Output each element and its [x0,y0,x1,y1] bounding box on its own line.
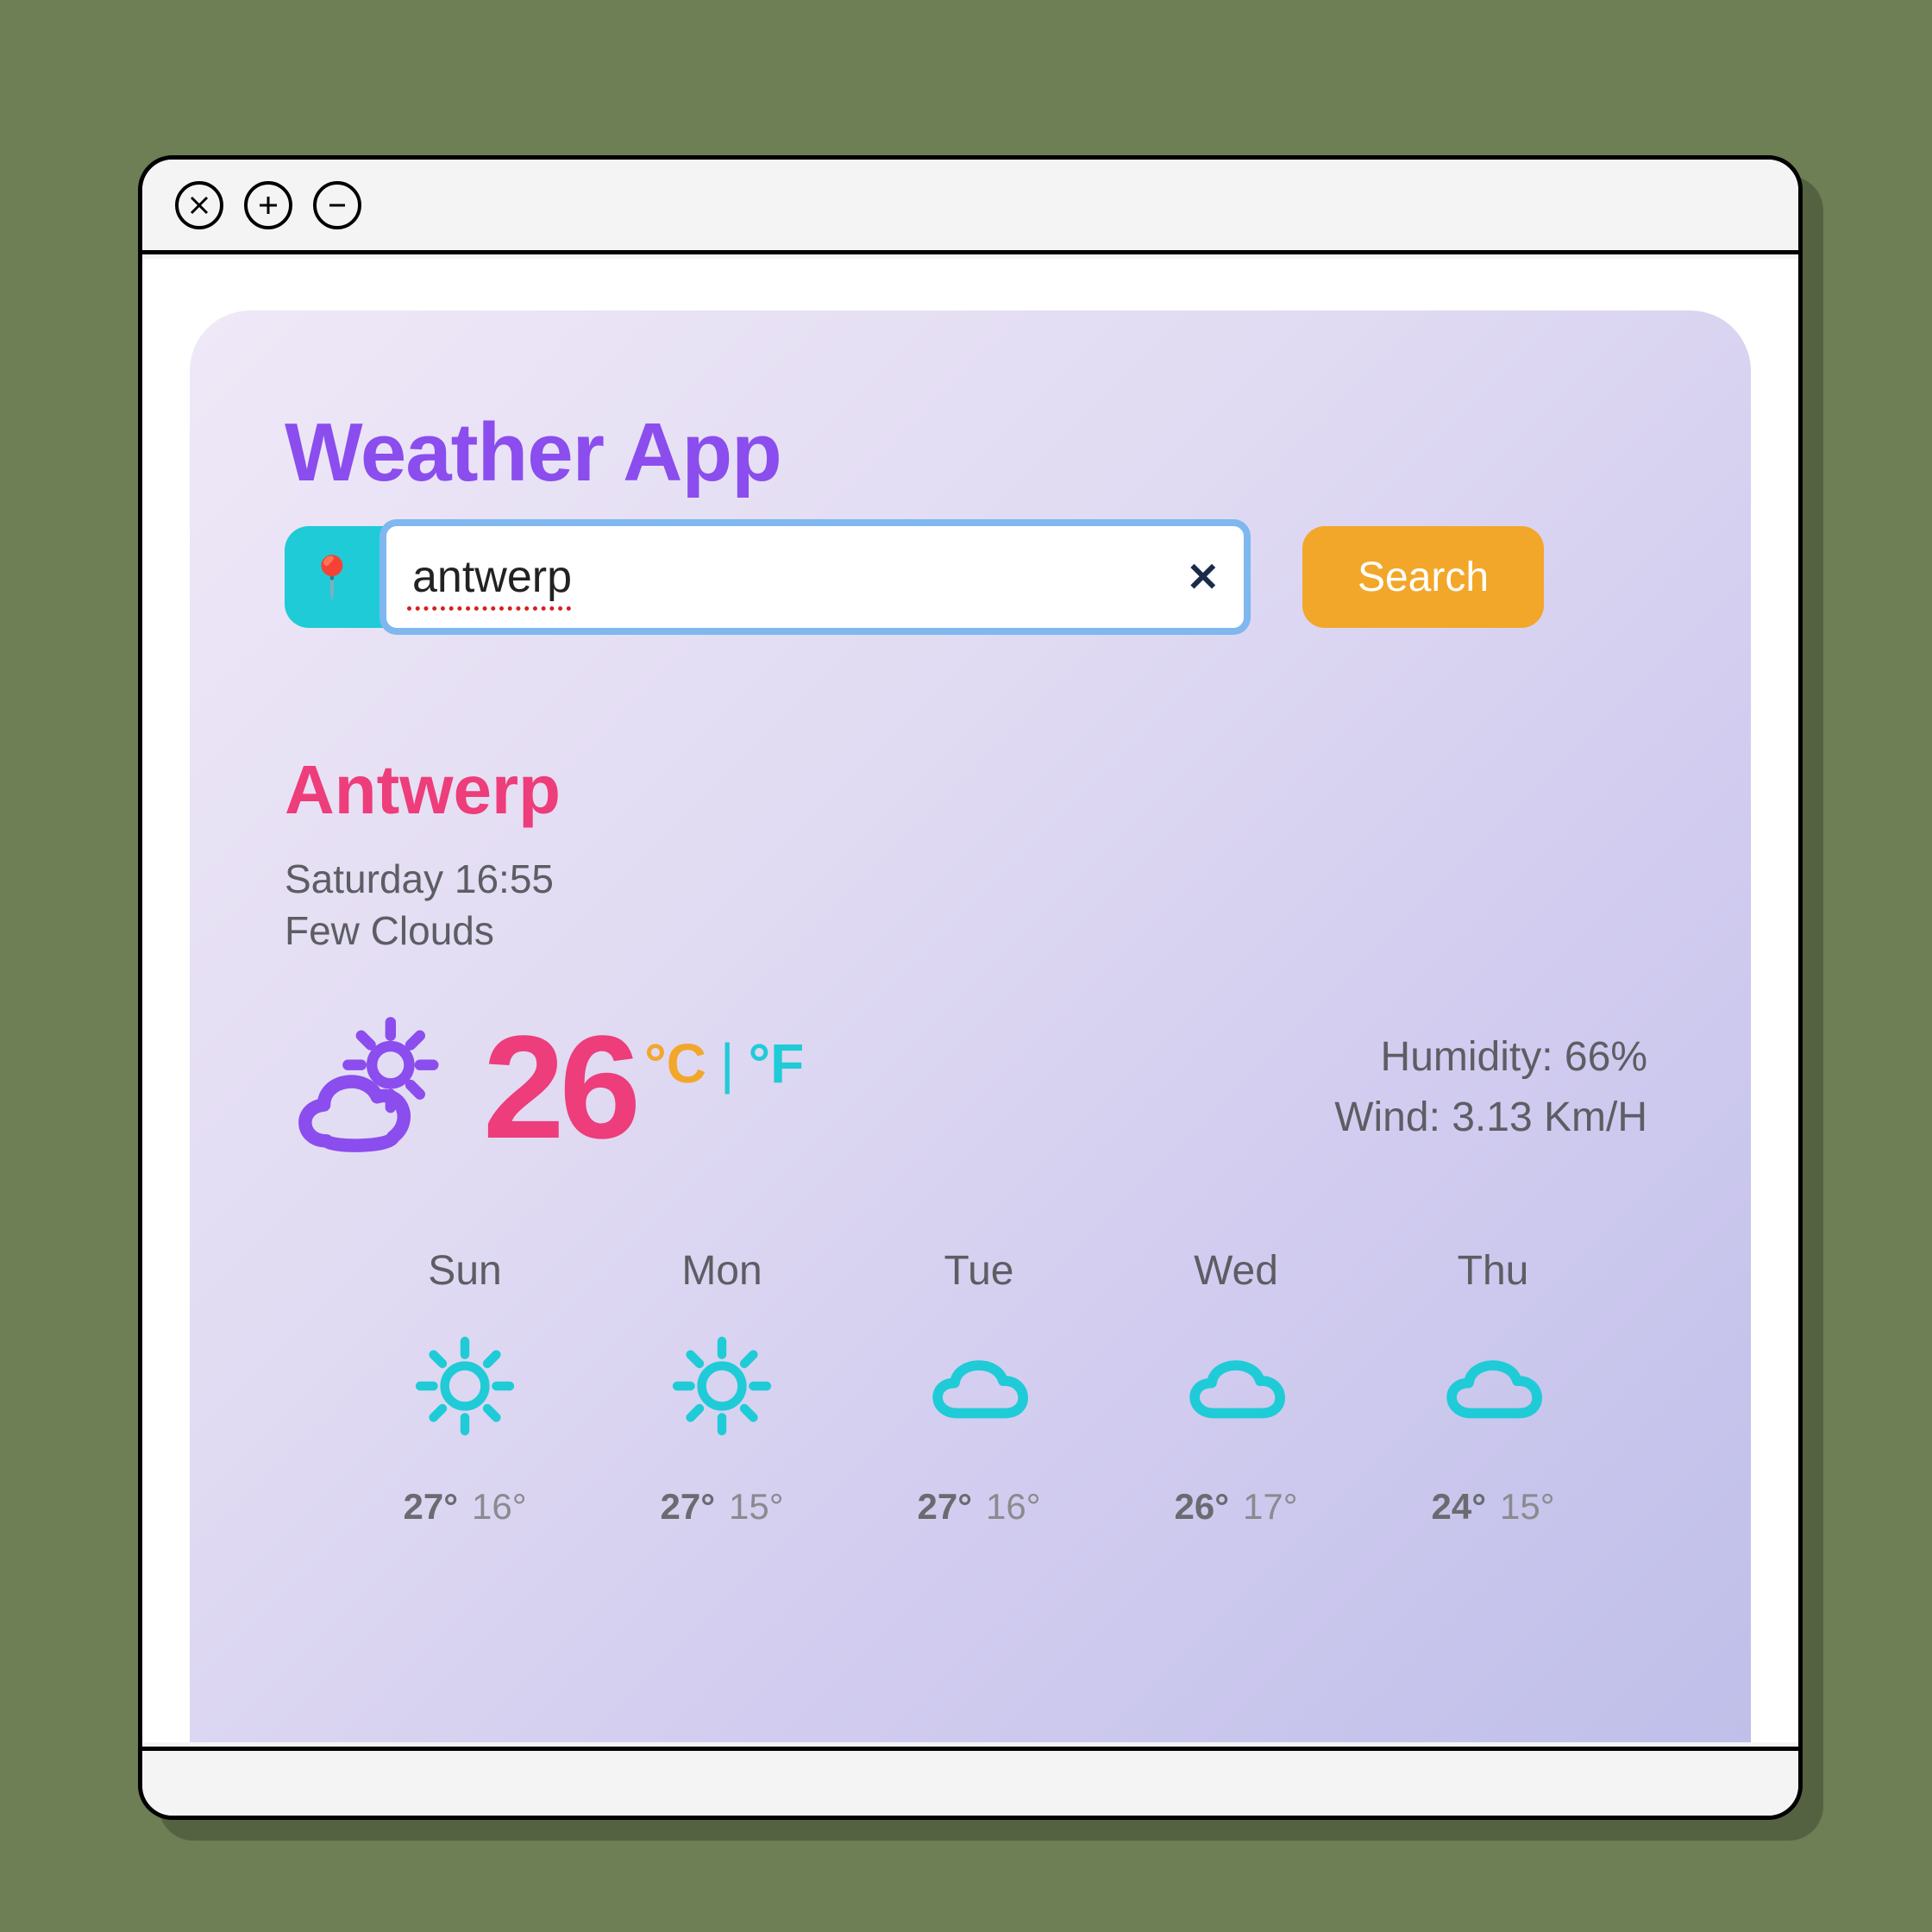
forecast-day: Tue 27°16° [850,1247,1107,1527]
forecast-day-label: Thu [1364,1247,1622,1295]
cloud-icon [850,1326,1107,1446]
window-close-button[interactable] [175,181,223,229]
cloud-icon [1107,1326,1364,1446]
forecast-day: Thu 24°15° [1364,1247,1622,1527]
city-search-input[interactable] [380,519,1251,635]
unit-celsius[interactable]: °C [644,1032,706,1095]
search-row: 📍 ✕ Search [285,526,1656,638]
clear-input-icon[interactable]: ✕ [1186,554,1220,600]
content-area: Weather App 📍 ✕ Search Antwerp Saturday … [142,259,1798,1742]
forecast-temps: 27°15° [593,1486,850,1527]
forecast-day-label: Tue [850,1247,1107,1295]
forecast-day: Mon [593,1247,850,1527]
forecast-day: Wed 26°17° [1107,1247,1364,1527]
window-titlebar [142,160,1798,254]
app-title: Weather App [285,405,1656,500]
forecast-day: Sun [336,1247,593,1527]
unit-toggle[interactable]: °C | °F [644,1032,804,1095]
cloud-icon [1364,1326,1622,1446]
unit-separator: | [720,1032,735,1095]
app-window: Weather App 📍 ✕ Search Antwerp Saturday … [138,155,1803,1820]
forecast-temps: 27°16° [850,1486,1107,1527]
window-minimize-button[interactable] [313,181,361,229]
search-button[interactable]: Search [1302,526,1544,628]
sun-icon [336,1326,593,1446]
environment-block: Humidity: 66% Wind: 3.13 Km/H [1334,1027,1656,1147]
forecast-row: Sun [285,1247,1656,1527]
humidity-value: Humidity: 66% [1334,1027,1647,1088]
wind-value: Wind: 3.13 Km/H [1334,1088,1647,1148]
forecast-day-label: Mon [593,1247,850,1295]
forecast-day-label: Sun [336,1247,593,1295]
forecast-temps: 27°16° [336,1486,593,1527]
window-new-button[interactable] [244,181,292,229]
forecast-day-label: Wed [1107,1247,1364,1295]
unit-fahrenheit[interactable]: °F [749,1032,805,1095]
partly-cloudy-icon [285,1014,448,1161]
current-weather-row: 26 °C | °F Humidity: 66% Wind: 3.13 Km/H [285,1014,1656,1161]
current-temperature: 26 [483,1014,636,1161]
search-pill: 📍 ✕ [285,526,1242,628]
current-datetime: Saturday 16:55 [285,856,1656,902]
sun-icon [593,1326,850,1446]
forecast-temps: 26°17° [1107,1486,1364,1527]
weather-card: Weather App 📍 ✕ Search Antwerp Saturday … [190,310,1751,1742]
current-condition: Few Clouds [285,907,1656,954]
city-name: Antwerp [285,750,1656,830]
window-footer [142,1747,1798,1816]
forecast-temps: 24°15° [1364,1486,1622,1527]
pin-icon: 📍 [285,526,380,628]
